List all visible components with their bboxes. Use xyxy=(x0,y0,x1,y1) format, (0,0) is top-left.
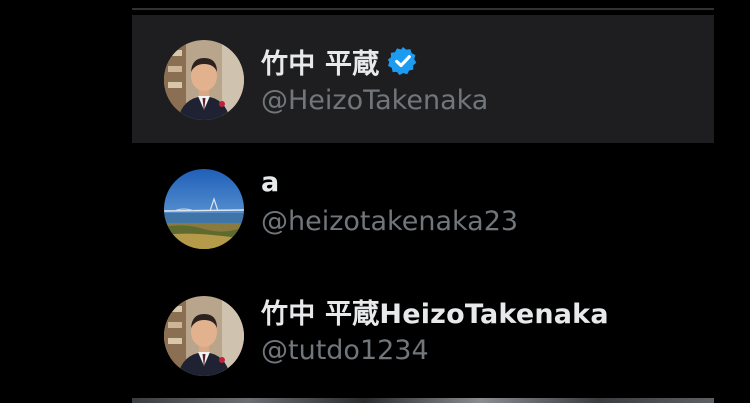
avatar xyxy=(164,296,244,376)
avatar xyxy=(164,169,244,249)
account-handle: @HeizoTakenaka xyxy=(261,85,489,116)
account-row-heizotakenaka23[interactable]: a @heizotakenaka23 xyxy=(132,167,714,266)
account-list: 竹中 平蔵 @HeizoTakenaka a @heizotakenaka23 … xyxy=(132,15,714,376)
landscape-avatar-icon xyxy=(164,169,244,249)
display-name: 竹中 平蔵 xyxy=(261,48,380,80)
account-handle: @tutdo1234 xyxy=(261,335,429,366)
display-name: a xyxy=(261,166,280,198)
next-content-preview xyxy=(132,398,714,403)
display-name: 竹中 平蔵HeizoTakenaka xyxy=(261,298,609,330)
account-switcher: 竹中 平蔵 @HeizoTakenaka a @heizotakenaka23 … xyxy=(0,0,750,403)
account-names: a @heizotakenaka23 xyxy=(261,164,519,238)
verified-badge-icon xyxy=(388,47,417,76)
portrait-avatar-icon xyxy=(164,40,244,120)
account-names: 竹中 平蔵HeizoTakenaka @tutdo1234 xyxy=(261,293,609,367)
avatar xyxy=(164,40,244,120)
account-row-heizotakenaka[interactable]: 竹中 平蔵 @HeizoTakenaka xyxy=(132,15,714,143)
portrait-avatar-icon xyxy=(164,296,244,376)
account-row-tutdo1234[interactable]: 竹中 平蔵HeizoTakenaka @tutdo1234 xyxy=(132,293,714,383)
top-divider xyxy=(132,8,714,10)
account-handle: @heizotakenaka23 xyxy=(261,206,519,237)
account-names: 竹中 平蔵 @HeizoTakenaka xyxy=(261,43,488,116)
